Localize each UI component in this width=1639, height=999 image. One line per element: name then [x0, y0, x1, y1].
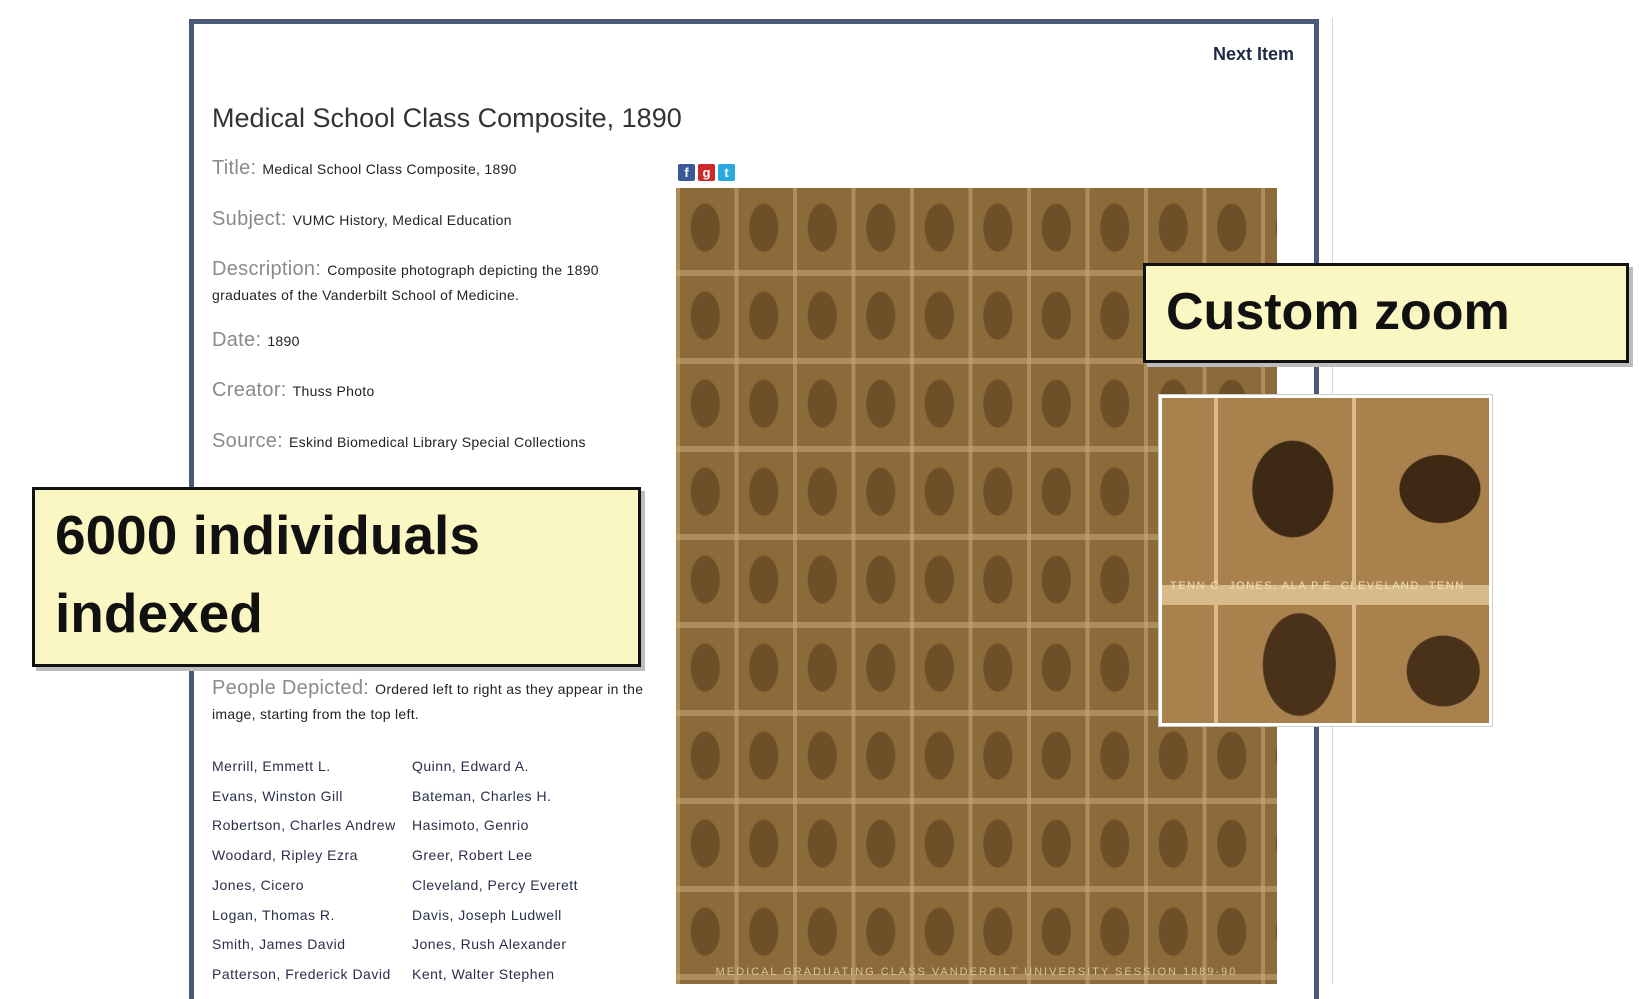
- person-link[interactable]: Merrill, Emmett L.: [212, 752, 412, 782]
- field-title-label: Title:: [212, 157, 257, 179]
- field-source-value: Eskind Biomedical Library Special Collec…: [289, 434, 586, 450]
- field-title: Title: Medical School Class Composite, 18…: [212, 156, 652, 182]
- person-link[interactable]: Kent, Walter Stephen: [412, 960, 652, 990]
- field-creator-label: Creator:: [212, 379, 287, 401]
- field-subject-value: VUMC History, Medical Education: [292, 212, 512, 228]
- twitter-icon[interactable]: t: [718, 164, 735, 181]
- field-date: Date: 1890: [212, 328, 652, 354]
- person-link[interactable]: Bateman, Charles H.: [412, 782, 652, 812]
- field-title-value: Medical School Class Composite, 1890: [262, 161, 517, 177]
- person-link[interactable]: Quinn, Edward A.: [412, 752, 652, 782]
- field-date-label: Date:: [212, 329, 262, 351]
- field-date-value: 1890: [267, 333, 300, 349]
- person-link[interactable]: Woodard, Ripley Ezra: [212, 841, 412, 871]
- google-icon[interactable]: g: [698, 164, 715, 181]
- field-subject-label: Subject:: [212, 208, 287, 230]
- person-link[interactable]: Davis, Joseph Ludwell: [412, 901, 652, 931]
- field-creator-value: Thuss Photo: [292, 383, 375, 399]
- person-link[interactable]: Hasimoto, Genrio: [412, 811, 652, 841]
- person-link[interactable]: Evans, Winston Gill: [212, 782, 412, 812]
- zoom-inset[interactable]: [1159, 395, 1492, 726]
- field-subject: Subject: VUMC History, Medical Education: [212, 207, 652, 233]
- person-link[interactable]: Cleveland, Percy Everett: [412, 871, 652, 901]
- person-link[interactable]: Jones, Rush Alexander: [412, 930, 652, 960]
- person-link[interactable]: Patterson, Frederick David: [212, 960, 412, 990]
- field-people-label: People Depicted:: [212, 677, 370, 699]
- field-creator: Creator: Thuss Photo: [212, 378, 652, 404]
- field-source-label: Source:: [212, 430, 284, 452]
- field-description: Description: Composite photograph depicti…: [212, 257, 652, 308]
- facebook-icon[interactable]: f: [678, 164, 695, 181]
- social-share: f g t: [678, 164, 735, 181]
- field-description-label: Description:: [212, 258, 322, 280]
- person-link[interactable]: Robertson, Charles Andrew: [212, 811, 412, 841]
- callout-custom-zoom: Custom zoom: [1143, 263, 1629, 363]
- field-source: Source: Eskind Biomedical Library Special…: [212, 429, 652, 455]
- photo-caption: MEDICAL GRADUATING CLASS VANDERBILT UNIV…: [715, 966, 1238, 978]
- person-link[interactable]: Jones, Cicero: [212, 871, 412, 901]
- person-link[interactable]: Smith, James David: [212, 930, 412, 960]
- field-people: People Depicted: Ordered left to right as…: [212, 676, 652, 727]
- page-title: Medical School Class Composite, 1890: [212, 103, 682, 133]
- person-link[interactable]: Logan, Thomas R.: [212, 901, 412, 931]
- person-link[interactable]: Greer, Robert Lee: [412, 841, 652, 871]
- callout-individuals-indexed: 6000 individuals indexed: [32, 487, 641, 667]
- zoom-caption: TENN C. JONES, ALA P.E. CLEVELAND, TENN: [1170, 580, 1465, 592]
- next-item-link[interactable]: Next Item: [1213, 44, 1294, 65]
- people-list: Merrill, Emmett L. Quinn, Edward A. Evans…: [212, 752, 652, 990]
